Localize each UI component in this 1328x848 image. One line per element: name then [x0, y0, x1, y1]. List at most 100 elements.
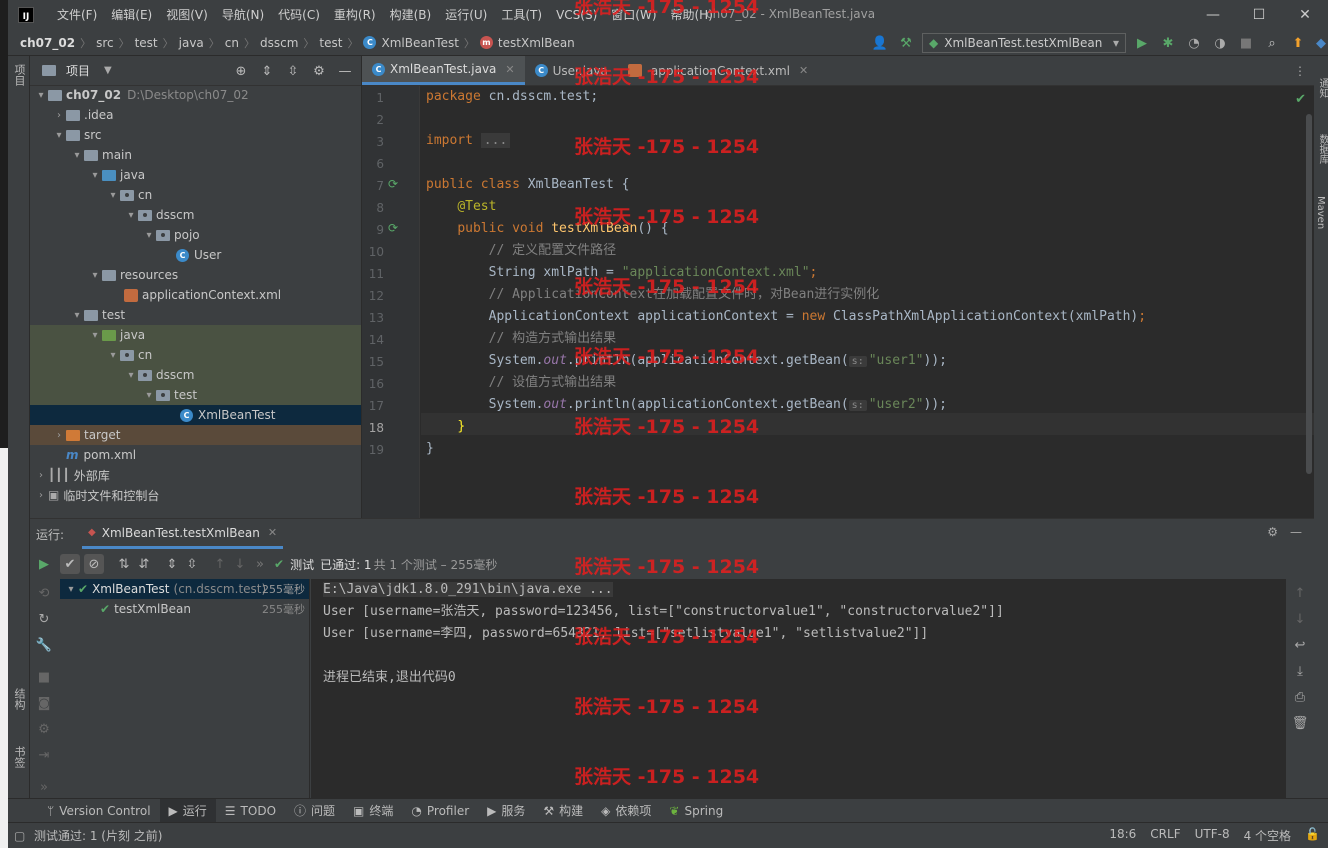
menu-navigate[interactable]: 导航(N)	[215, 0, 271, 30]
collapse-all-icon[interactable]: ⇳	[283, 61, 303, 81]
tree-item[interactable]: ▾ java	[30, 325, 361, 345]
menu-file[interactable]: 文件(F)	[50, 0, 104, 30]
caret-position[interactable]: 18:6	[1109, 827, 1136, 844]
gear-icon[interactable]: ⚙	[309, 61, 329, 81]
tree-item[interactable]: › target	[30, 425, 361, 445]
build-hammer-icon[interactable]: ⚒	[896, 33, 916, 53]
tree-item[interactable]: ▾ dsscm	[30, 365, 361, 385]
scroll-up-icon[interactable]: ↑	[1290, 583, 1310, 603]
test-suite-row[interactable]: ▾ ✔ XmlBeanTest (cn.dsscm.test) 255毫秒	[60, 579, 309, 599]
crumb-test-pkg[interactable]: test	[319, 36, 342, 50]
prev-test-icon[interactable]: ↑	[210, 554, 230, 574]
run-icon[interactable]: ▶	[1132, 33, 1152, 53]
locate-icon[interactable]: ⊕	[231, 61, 251, 81]
close-icon[interactable]: ✕	[268, 526, 277, 539]
project-tool-tab[interactable]: 项目	[11, 64, 27, 86]
notifications-tool-tab[interactable]: 通知	[1315, 78, 1328, 98]
tool-terminal[interactable]: ▣ 终端	[344, 799, 402, 823]
tab-user[interactable]: C User.java	[525, 56, 618, 85]
crumb-test[interactable]: test	[135, 36, 158, 50]
console-output[interactable]: E:\Java\jdk1.8.0_291\bin\java.exe ... Us…	[311, 579, 1286, 799]
tree-item[interactable]: ▾ pojo	[30, 225, 361, 245]
tree-item[interactable]: ▾ dsscm	[30, 205, 361, 225]
tree-item[interactable]: ▾ ch07_02 D:\Desktop\ch07_02	[30, 85, 361, 105]
tool-spring[interactable]: ❦ Spring	[660, 799, 732, 823]
lock-icon[interactable]: 🔓	[1305, 827, 1320, 844]
tab-applicationcontext[interactable]: applicationContext.xml ✕	[618, 56, 818, 85]
search-icon[interactable]: ⌕	[1262, 33, 1282, 53]
tree-item[interactable]: ▾ cn	[30, 185, 361, 205]
update-icon[interactable]: ⬆	[1288, 33, 1308, 53]
coverage-icon[interactable]: ◔	[1184, 33, 1204, 53]
scroll-down-icon[interactable]: ↓	[1290, 609, 1310, 629]
tool-dependencies[interactable]: ◈ 依赖项	[592, 799, 660, 823]
tree-item[interactable]: ▾ main	[30, 145, 361, 165]
show-passed-icon[interactable]: ✔	[60, 554, 80, 574]
menu-window[interactable]: 窗口(W)	[604, 0, 663, 30]
tool-todo[interactable]: ☰ TODO	[216, 799, 285, 823]
print-icon[interactable]: ⎙	[1290, 687, 1310, 707]
tree-item[interactable]: ▾ src	[30, 125, 361, 145]
minimize-button[interactable]: —	[1190, 0, 1236, 30]
collapse-all-icon[interactable]: ⇳	[182, 554, 202, 574]
hide-icon[interactable]: —	[335, 61, 355, 81]
chevron-down-icon[interactable]: ▼	[104, 65, 112, 76]
scroll-end-icon[interactable]: ⤓	[1290, 661, 1310, 681]
run-config-select[interactable]: ◆ XmlBeanTest.testXmlBean ▾	[922, 33, 1126, 53]
tree-item[interactable]: › ▣ 临时文件和控制台	[30, 485, 361, 505]
tree-item[interactable]: m pom.xml	[30, 445, 361, 465]
close-icon[interactable]: ✕	[505, 63, 514, 76]
gear-icon[interactable]: ⚙	[1267, 525, 1278, 539]
tool-build[interactable]: ⚒ 构建	[534, 799, 592, 823]
project-panel-title[interactable]: 项目	[66, 62, 90, 79]
inspection-ok-icon[interactable]: ✔	[1295, 92, 1306, 107]
menu-refactor[interactable]: 重构(R)	[327, 0, 383, 30]
maven-tool-tab[interactable]: Maven	[1315, 196, 1326, 229]
tab-menu-icon[interactable]: ⋮	[1286, 56, 1314, 85]
soft-wrap-icon[interactable]: ↩	[1290, 635, 1310, 655]
crumb-cn[interactable]: cn	[225, 36, 239, 50]
database-tool-tab[interactable]: 数据库	[1315, 134, 1328, 164]
close-button[interactable]: ✕	[1282, 0, 1328, 30]
tree-item[interactable]: applicationContext.xml	[30, 285, 361, 305]
tree-item[interactable]: › ┃┃┃ 外部库	[30, 465, 361, 485]
expand-all-icon[interactable]: ⇕	[257, 61, 277, 81]
menu-edit[interactable]: 编辑(E)	[104, 0, 159, 30]
crumb-class[interactable]: XmlBeanTest	[381, 36, 458, 50]
line-separator[interactable]: CRLF	[1150, 827, 1180, 844]
gear-icon[interactable]: ⚙	[34, 719, 54, 739]
next-test-icon[interactable]: ↓	[230, 554, 250, 574]
tree-item[interactable]: ▾ java	[30, 165, 361, 185]
tree-item-selected[interactable]: C XmlBeanTest	[30, 405, 361, 425]
stop-icon[interactable]: ■	[1236, 33, 1256, 53]
stop-icon[interactable]: ■	[34, 667, 54, 687]
layout-icon[interactable]: ▢	[14, 829, 25, 843]
tree-item[interactable]: ▾ resources	[30, 265, 361, 285]
tree-item[interactable]: C User	[30, 245, 361, 265]
rerun-failed-icon[interactable]: ↻	[34, 609, 54, 629]
tree-item[interactable]: ▾ cn	[30, 345, 361, 365]
trash-icon[interactable]: 🗑	[1290, 713, 1310, 733]
crumb-project[interactable]: ch07_02	[20, 36, 75, 50]
exit-icon[interactable]: ⇥	[34, 745, 54, 765]
tree-item[interactable]: › .idea	[30, 105, 361, 125]
close-icon[interactable]: ✕	[799, 64, 808, 77]
crumb-java[interactable]: java	[179, 36, 204, 50]
bookmarks-tool-tab[interactable]: 书签	[11, 746, 27, 768]
structure-tool-tab[interactable]: 结构	[11, 688, 27, 710]
run-gutter-icon[interactable]: ⟳	[388, 221, 398, 235]
tool-services[interactable]: ▶ 服务	[478, 799, 534, 823]
crumb-src[interactable]: src	[96, 36, 114, 50]
tree-item[interactable]: ▾ test	[30, 305, 361, 325]
menu-code[interactable]: 代码(C)	[271, 0, 327, 30]
tool-version-control[interactable]: ᛘ Version Control	[38, 799, 160, 823]
menu-build[interactable]: 构建(B)	[383, 0, 439, 30]
tree-item[interactable]: ▾ test	[30, 385, 361, 405]
crumb-dsscm[interactable]: dsscm	[260, 36, 298, 50]
debug-icon[interactable]: ✱	[1158, 33, 1178, 53]
menu-view[interactable]: 视图(V)	[159, 0, 215, 30]
user-icon[interactable]: 👤	[870, 33, 890, 53]
profile-icon[interactable]: ◑	[1210, 33, 1230, 53]
debug-icon[interactable]: ⟲	[34, 583, 54, 603]
sort-alpha-icon[interactable]: ⇅	[114, 554, 134, 574]
